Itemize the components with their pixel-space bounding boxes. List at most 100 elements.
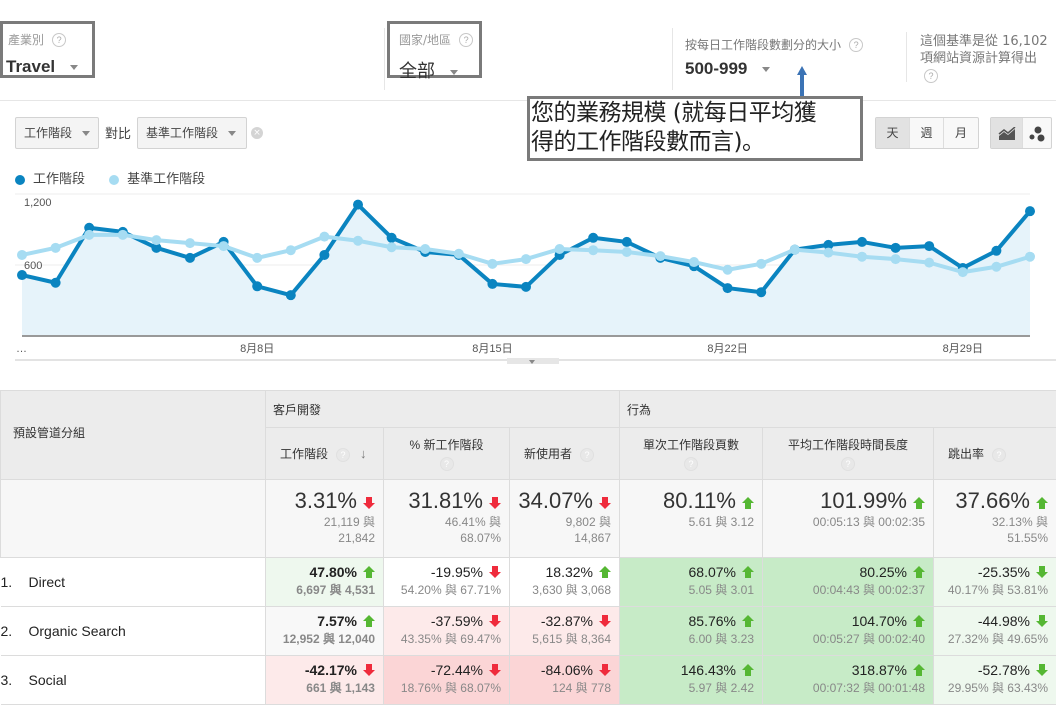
benchmark-point[interactable] [218, 241, 229, 252]
benchmark-point[interactable] [453, 248, 464, 259]
benchmark-point[interactable] [890, 254, 901, 265]
benchmark-point[interactable] [252, 252, 263, 263]
benchmark-point[interactable] [857, 251, 867, 262]
benchmark-point[interactable] [554, 244, 565, 255]
metric-change: -32.87% [540, 613, 593, 629]
sessions-point[interactable] [386, 232, 397, 243]
help-icon[interactable]: ? [439, 457, 454, 471]
metric-cell: -84.06% 124 與 778 [509, 655, 620, 705]
size-filter[interactable]: 按每日工作階段數劃分的大小 ? 500-999 [685, 34, 864, 79]
sessions-point[interactable] [588, 232, 599, 243]
sessions-point[interactable] [487, 278, 498, 289]
benchmark-point[interactable] [487, 258, 498, 269]
help-icon[interactable]: ? [52, 32, 67, 47]
benchmark-point[interactable] [185, 238, 195, 249]
channel-link[interactable]: Organic Search [29, 623, 126, 639]
help-icon[interactable]: ? [924, 68, 938, 83]
column-header[interactable]: 平均工作階段時間長度? [762, 427, 934, 480]
help-icon[interactable]: ? [459, 32, 474, 47]
benchmark-point[interactable] [117, 229, 128, 240]
column-header[interactable]: 新使用者? [509, 427, 620, 480]
chevron-down-icon [762, 67, 771, 72]
granularity-day[interactable]: 天 [876, 118, 910, 148]
metric-change: 18.32% [545, 564, 593, 580]
granularity-week[interactable]: 週 [910, 118, 944, 148]
help-icon[interactable]: ? [336, 447, 351, 462]
legend-label: 基準工作階段 [127, 172, 206, 187]
sessions-point[interactable] [722, 283, 733, 294]
benchmark-point[interactable] [420, 244, 431, 255]
benchmark-point[interactable] [655, 251, 666, 262]
chevron-down-icon [227, 131, 236, 136]
sessions-point[interactable] [890, 242, 901, 253]
sessions-point[interactable] [756, 287, 767, 298]
sessions-point[interactable] [991, 245, 1002, 256]
column-header[interactable]: 單次工作階段頁數? [619, 427, 763, 480]
metric-cell: -44.98% 27.32% 與 49.65% [933, 606, 1056, 656]
column-header[interactable]: % 新工作階段? [383, 427, 510, 480]
benchmark-point[interactable] [722, 264, 733, 275]
benchmark-point[interactable] [621, 246, 632, 257]
help-icon[interactable]: ? [841, 457, 855, 471]
channel-link[interactable]: Direct [29, 574, 66, 590]
metric-comparison: 661 與 1,143 [306, 681, 375, 695]
column-header[interactable]: 跳出率? [933, 427, 1056, 480]
industry-filter[interactable]: 產業別 ? Travel [0, 21, 95, 78]
sessions-point[interactable] [252, 281, 263, 292]
sessions-point[interactable] [1025, 206, 1035, 217]
help-icon[interactable]: ? [580, 447, 595, 462]
sessions-point[interactable] [521, 281, 531, 292]
annotation-arrow [797, 66, 807, 100]
help-icon[interactable]: ? [992, 447, 1007, 462]
benchmark-point[interactable] [588, 245, 599, 256]
summary-cell: 3.31% 21,119 與 21,842 [265, 479, 384, 558]
benchmark-note-line2: 項網站資源計算得出 [920, 51, 1038, 66]
sessions-point[interactable] [857, 236, 867, 247]
legend-item-benchmark[interactable]: 基準工作階段 [109, 172, 205, 187]
legend-label: 工作階段 [33, 172, 86, 187]
benchmark-point[interactable] [756, 258, 767, 269]
benchmark-point[interactable] [689, 257, 699, 268]
sort-desc-icon[interactable]: ↓ [360, 446, 367, 461]
remove-compare-icon[interactable]: × [251, 127, 263, 139]
sessions-line-chart: 600 1,200 … 8月8日 8月15日 8月22日 8月29日 [15, 193, 1056, 364]
metric-change: 146.43% [680, 662, 736, 678]
benchmark-point[interactable] [84, 229, 95, 240]
benchmark-point[interactable] [789, 244, 800, 255]
country-filter[interactable]: 國家/地區 ? 全部 [387, 21, 482, 81]
help-icon[interactable]: ? [684, 457, 698, 471]
sessions-point[interactable] [319, 249, 330, 260]
summary-cell: 101.99% 00:05:13 與 00:02:35 [762, 479, 934, 558]
benchmark-point[interactable] [521, 254, 531, 265]
benchmark-point[interactable] [991, 261, 1002, 272]
line-chart-button[interactable] [991, 118, 1023, 148]
metric-cell: -52.78% 29.95% 與 63.43% [933, 655, 1056, 705]
benchmark-point[interactable] [151, 235, 162, 246]
metric-cell: 318.87% 00:07:32 與 00:01:48 [762, 655, 934, 705]
help-icon[interactable]: ? [849, 37, 864, 52]
sessions-point[interactable] [924, 241, 935, 252]
granularity-month[interactable]: 月 [944, 118, 978, 148]
sessions-point[interactable] [285, 290, 296, 301]
benchmark-point[interactable] [957, 267, 968, 278]
benchmark-point[interactable] [50, 242, 61, 253]
legend-item-sessions[interactable]: 工作階段 [15, 172, 89, 187]
benchmark-point[interactable] [319, 231, 330, 242]
metric-dropdown[interactable]: 工作階段 [15, 117, 99, 149]
arrow-up-icon [913, 664, 925, 676]
motion-chart-button[interactable] [1023, 118, 1051, 148]
sessions-point[interactable] [621, 236, 632, 247]
channel-link[interactable]: Social [29, 672, 67, 688]
column-header[interactable]: 工作階段? ↓ [265, 427, 384, 480]
sessions-point[interactable] [50, 277, 61, 288]
compare-dropdown[interactable]: 基準工作階段 [137, 117, 247, 149]
sessions-point[interactable] [185, 252, 195, 263]
benchmark-point[interactable] [17, 249, 27, 260]
benchmark-point[interactable] [1025, 251, 1035, 262]
benchmark-point[interactable] [386, 242, 397, 253]
benchmark-point[interactable] [353, 235, 363, 246]
benchmark-point[interactable] [823, 247, 834, 258]
benchmark-point[interactable] [924, 257, 935, 268]
benchmark-point[interactable] [285, 245, 296, 256]
sessions-point[interactable] [353, 199, 363, 210]
